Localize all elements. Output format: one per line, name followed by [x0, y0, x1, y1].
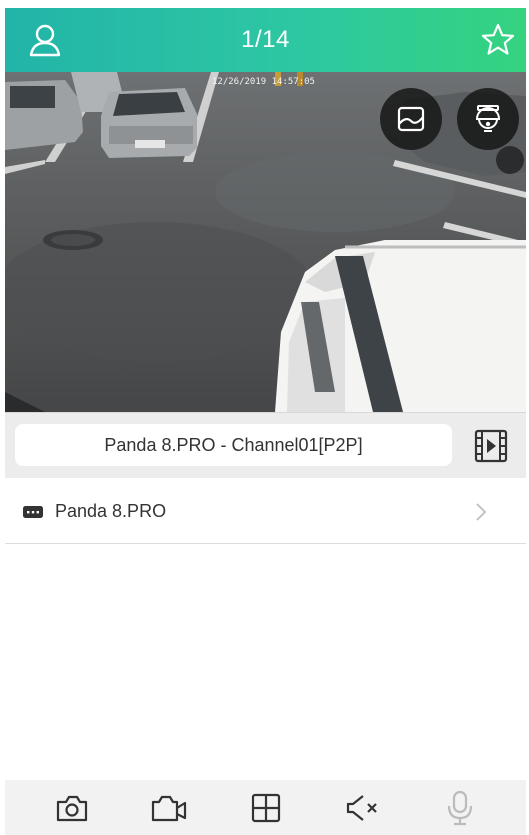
ptz-dome-camera-icon	[475, 105, 501, 132]
camera-video-view[interactable]: 12/26/2019 14:57:05	[5, 72, 526, 412]
device-name: Panda 8.PRO	[55, 501, 167, 521]
page-counter: 1/14	[241, 26, 290, 53]
split-screen-icon	[251, 793, 280, 822]
snapshot-camera-icon	[56, 795, 87, 821]
talk-button[interactable]	[440, 788, 480, 828]
camera-feed-image	[5, 72, 526, 412]
chevron-right-icon	[476, 503, 487, 521]
image-adjust-button[interactable]	[380, 88, 442, 150]
image-adjust-icon	[397, 106, 425, 132]
snapshot-button[interactable]	[52, 788, 92, 828]
mute-button[interactable]	[343, 788, 383, 828]
top-header: 1/14	[5, 8, 526, 72]
microphone-icon	[447, 790, 472, 825]
bottom-toolbar	[5, 780, 526, 835]
star-icon[interactable]	[480, 22, 516, 58]
ptz-control-button[interactable]	[457, 88, 519, 150]
split-screen-button[interactable]	[246, 788, 286, 828]
mute-speaker-icon	[346, 794, 377, 821]
record-video-icon	[151, 795, 186, 821]
device-icon	[23, 505, 43, 518]
channel-selector[interactable]: Panda 8.PRO - Channel01[P2P]	[15, 424, 452, 466]
video-timestamp: 12/26/2019 14:57:05	[212, 77, 315, 87]
playback-film-icon[interactable]	[473, 428, 509, 464]
record-button[interactable]	[149, 788, 189, 828]
device-list-item[interactable]: Panda 8.PRO	[5, 480, 526, 544]
channel-bar: Panda 8.PRO - Channel01[P2P]	[5, 412, 526, 478]
user-icon[interactable]	[27, 22, 63, 58]
